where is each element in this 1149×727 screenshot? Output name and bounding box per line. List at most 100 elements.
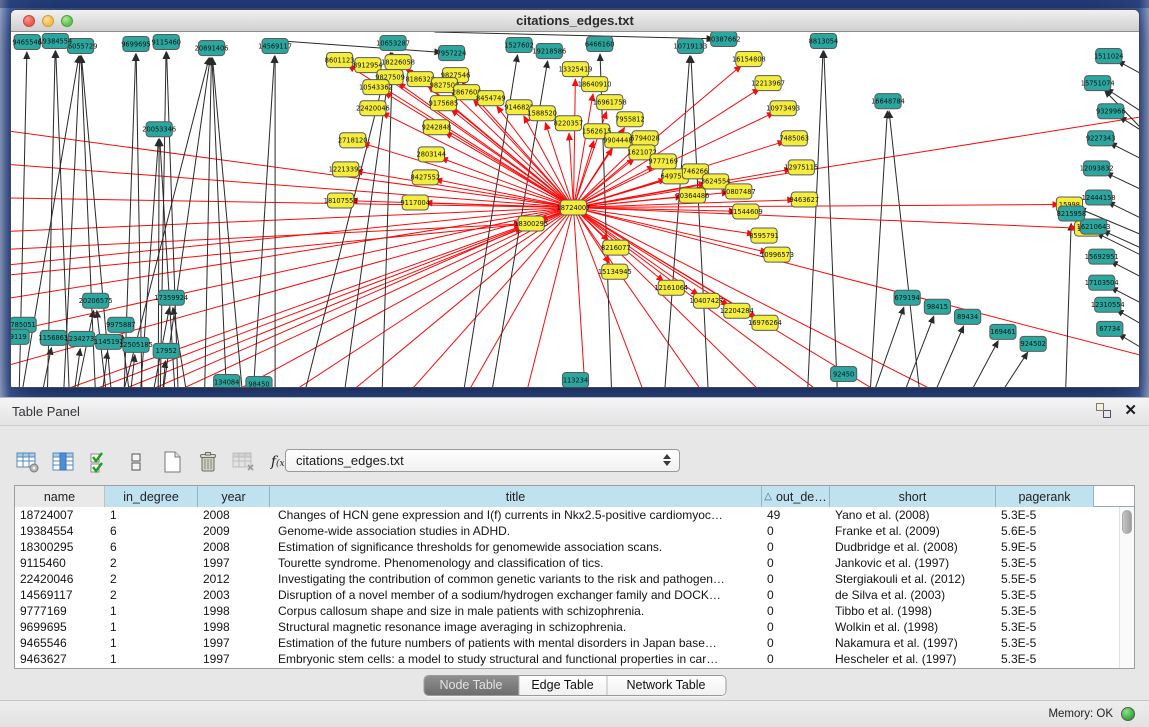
graph-node[interactable]: 16154808 <box>732 52 766 67</box>
table-row[interactable]: 2242004622012Investigating the contribut… <box>15 571 1134 587</box>
graph-node[interactable]: 12310554 <box>1091 297 1125 312</box>
graph-node[interactable]: 22420046 <box>356 101 390 116</box>
graph-node[interactable]: 8454749 <box>476 91 506 106</box>
memory-status-indicator[interactable] <box>1121 707 1135 721</box>
graph-node[interactable]: 9175685 <box>429 96 459 111</box>
column-header-pagerank[interactable]: pagerank <box>996 486 1094 507</box>
graph-node[interactable]: 12975115 <box>784 160 818 175</box>
table-row[interactable]: 1872400712008Changes of HCN gene express… <box>15 507 1134 523</box>
graph-node[interactable]: 9242848 <box>422 120 452 135</box>
graph-node[interactable]: 13325419 <box>559 62 593 77</box>
table-row[interactable]: 969969511998Structural magnetic resonanc… <box>15 619 1134 635</box>
graph-node[interactable]: 16976264 <box>748 315 782 330</box>
graph-node[interactable]: 9115460 <box>151 35 181 50</box>
column-header-out_de[interactable]: △out_de… <box>762 486 830 507</box>
graph-node[interactable]: 169461 <box>990 324 1016 339</box>
graph-node[interactable]: 20206575 <box>79 293 113 308</box>
graph-node[interactable]: 10996573 <box>760 247 794 262</box>
graph-node[interactable]: 14569117 <box>258 39 292 54</box>
graph-node[interactable]: 10653287 <box>376 36 410 51</box>
graph-node[interactable]: 9975887 <box>106 317 136 332</box>
tab-edge-table[interactable]: Edge Table <box>519 676 607 695</box>
graph-node[interactable]: 9904448 <box>603 133 633 148</box>
graph-node[interactable]: 679194 <box>894 290 920 305</box>
graph-node[interactable]: 7957224 <box>437 46 467 61</box>
graph-node[interactable]: 20053346 <box>142 122 176 137</box>
graph-node[interactable]: 18107553 <box>324 193 358 208</box>
graph-node[interactable]: 15751074 <box>1081 76 1115 91</box>
graph-node[interactable]: 12444158 <box>1082 190 1116 205</box>
graph-node[interactable]: 1588520 <box>527 106 557 121</box>
graph-node[interactable]: 19384554 <box>38 34 72 49</box>
graph-node[interactable]: 15692951 <box>1085 249 1119 264</box>
graph-node[interactable]: 2803144 <box>417 147 447 162</box>
column-header-in_degree[interactable]: in_degree <box>105 486 198 507</box>
graph-node[interactable]: 9227343 <box>1086 131 1116 146</box>
table-row[interactable]: 946362711997Embryonic stem cells: a mode… <box>15 651 1134 667</box>
graph-node[interactable]: 67734 <box>1097 321 1123 336</box>
graph-node[interactable]: 10543362 <box>359 80 393 95</box>
graph-node[interactable]: 8216077 <box>601 240 631 255</box>
graph-node[interactable]: 98415 <box>924 299 950 314</box>
column-header-name[interactable]: name <box>15 486 105 507</box>
table-settings-icon[interactable] <box>14 448 41 475</box>
table-selector-dropdown[interactable]: citations_edges.txt <box>285 449 680 472</box>
table-row[interactable]: 977716911998Corpus callosum shape and si… <box>15 603 1134 619</box>
network-canvas[interactable]: 8601123891295418226058982750910543362818… <box>11 32 1139 387</box>
graph-node[interactable]: 12505185 <box>119 337 153 352</box>
graph-node[interactable]: 8813054 <box>809 34 839 49</box>
graph-node[interactable]: 8220357 <box>554 116 584 131</box>
close-panel-icon[interactable]: ✕ <box>1124 403 1137 418</box>
table-row[interactable]: 1830029562008Estimation of significance … <box>15 539 1134 555</box>
column-header-short[interactable]: short <box>830 486 996 507</box>
graph-node[interactable]: 10719133 <box>674 39 708 54</box>
graph-node[interactable]: 17103504 <box>1085 275 1119 290</box>
graph-node[interactable]: 39119 <box>11 329 29 344</box>
new-table-icon[interactable] <box>158 448 185 475</box>
graph-node[interactable]: 1527602 <box>504 38 534 53</box>
graph-node[interactable]: 9117004 <box>400 195 430 210</box>
graph-node[interactable]: 7485063 <box>779 131 809 146</box>
graph-node[interactable]: 8427552 <box>411 170 441 185</box>
graph-node[interactable]: 17359924 <box>154 290 188 305</box>
rows-icon[interactable] <box>122 448 149 475</box>
graph-node[interactable]: 89434 <box>955 309 981 324</box>
column-header-title[interactable]: title <box>270 486 762 507</box>
graph-node[interactable]: 6466160 <box>585 37 615 52</box>
graph-node[interactable]: 12204284 <box>720 303 754 318</box>
graph-node[interactable]: 8601123 <box>325 53 355 68</box>
graph-node[interactable]: 12161064 <box>654 280 688 295</box>
delete-table-icon[interactable] <box>194 448 221 475</box>
graph-node[interactable]: 20891406 <box>195 41 229 56</box>
graph-node[interactable]: 10407427 <box>690 293 724 308</box>
graph-node[interactable]: 18724007 <box>557 200 591 215</box>
graph-node[interactable]: 18300295 <box>514 216 548 231</box>
graph-node[interactable]: 11544609 <box>729 204 763 219</box>
window-titlebar[interactable]: citations_edges.txt <box>11 10 1139 32</box>
graph-node[interactable]: 924502 <box>1020 336 1046 351</box>
graph-node[interactable]: 17952 <box>153 343 179 358</box>
graph-node[interactable]: 2718120 <box>338 133 368 148</box>
scrollbar-thumb[interactable] <box>1122 510 1132 534</box>
graph-node[interactable]: 10973493 <box>766 101 800 116</box>
graph-node[interactable]: 16648784 <box>871 94 905 109</box>
graph-node[interactable]: 6794028 <box>630 131 660 146</box>
graph-node[interactable]: 12093832 <box>1080 161 1114 176</box>
graph-node[interactable]: 113234 <box>562 372 588 387</box>
table-row[interactable]: 1456911722003Disruption of a novel membe… <box>15 587 1134 603</box>
graph-node[interactable]: 16961758 <box>593 95 627 110</box>
tab-network-table[interactable]: Network Table <box>607 676 725 695</box>
graph-node[interactable]: 92450 <box>831 366 857 381</box>
graph-node[interactable]: 8595791 <box>749 228 779 243</box>
table-scrollbar[interactable] <box>1119 507 1134 668</box>
import-table-icon[interactable] <box>230 448 257 475</box>
graph-node[interactable]: 7955812 <box>615 112 645 127</box>
graph-node[interactable]: 9699695 <box>121 37 151 52</box>
graph-node[interactable]: 1511024 <box>1094 49 1124 64</box>
graph-node[interactable]: 9777169 <box>648 154 678 169</box>
graph-node[interactable]: 98450 <box>246 376 272 387</box>
graph-node[interactable]: 134084 <box>214 374 240 387</box>
graph-node[interactable]: 10807487 <box>722 184 756 199</box>
table-row[interactable]: 946554611997Estimation of the future num… <box>15 635 1134 651</box>
graph-node[interactable]: 20387662 <box>707 32 741 47</box>
